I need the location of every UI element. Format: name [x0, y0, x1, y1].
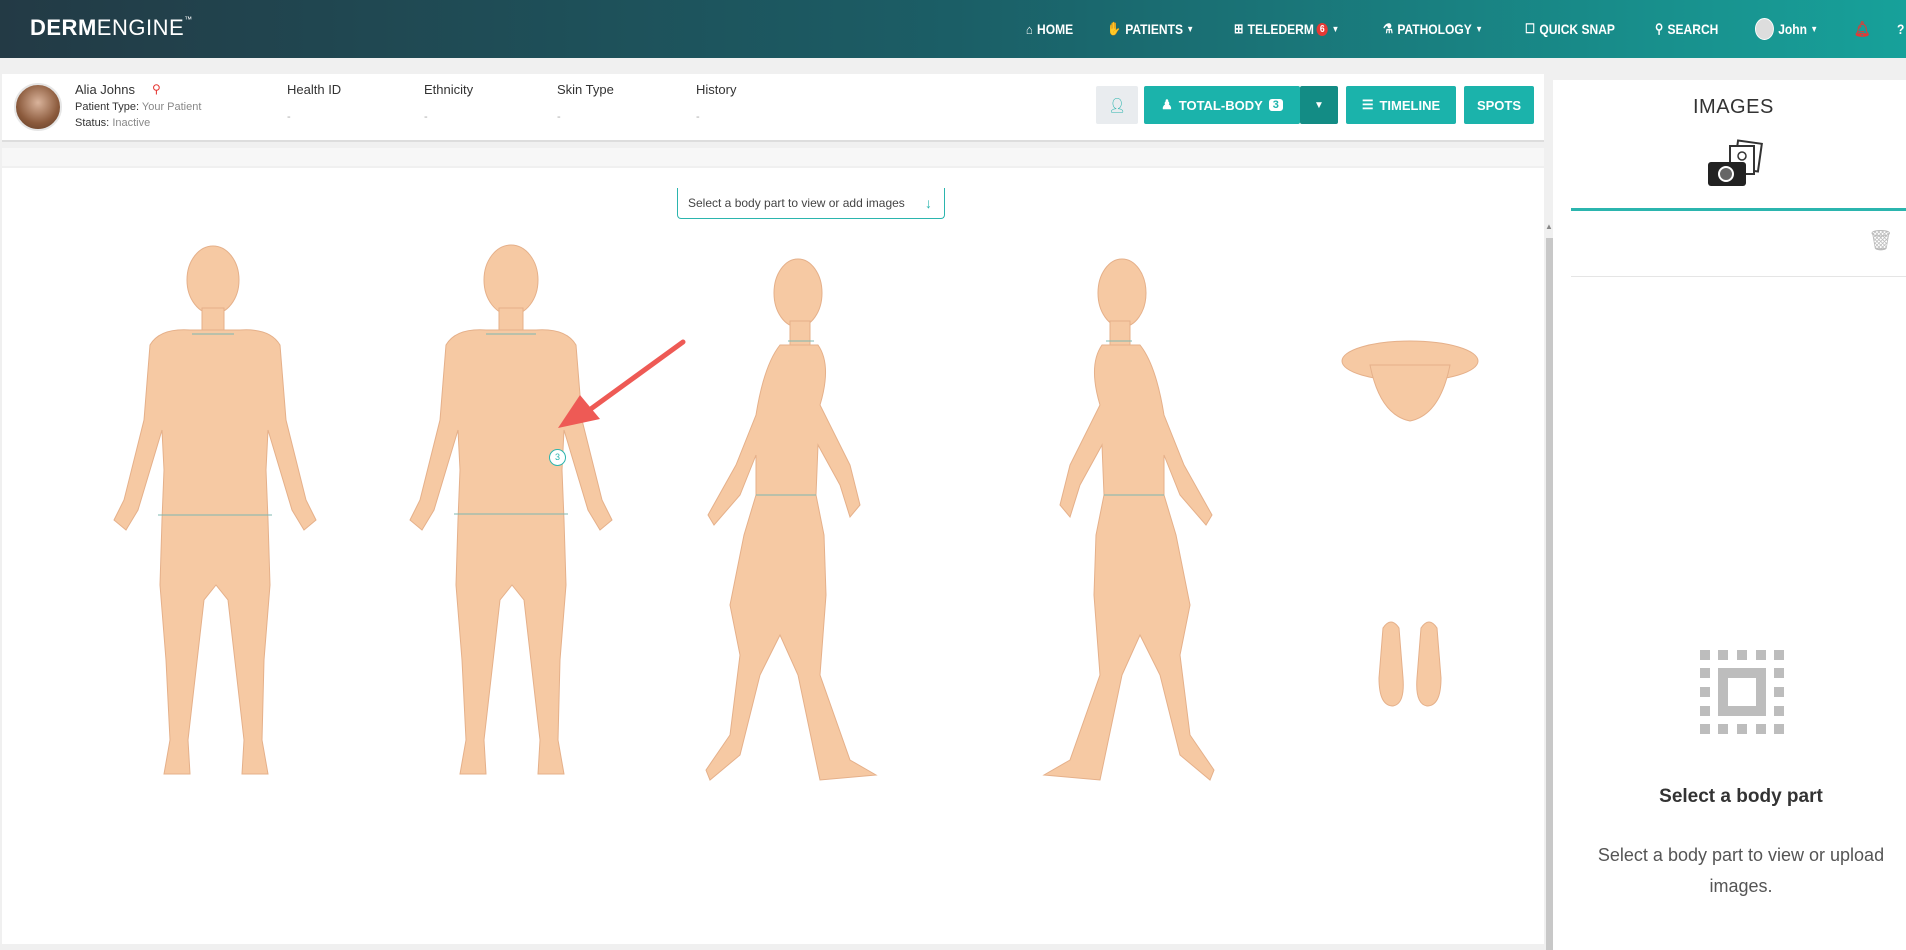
- camera-hand-icon: ☐: [1524, 21, 1535, 36]
- body-part-hint: Select a body part to view or add images…: [677, 188, 945, 219]
- user-icon: 👤︎: [1108, 96, 1126, 113]
- head-top-view[interactable]: [1340, 335, 1480, 425]
- nav-search[interactable]: ⚲ SEARCH: [1655, 21, 1718, 37]
- chevron-down-icon: ▼: [1314, 99, 1324, 111]
- trash-icon[interactable]: 🗑︎: [1868, 228, 1893, 253]
- patient-photo: [14, 83, 62, 131]
- total-body-count: 3: [1268, 99, 1283, 111]
- spot-marker[interactable]: 3: [549, 449, 566, 466]
- spots-button[interactable]: SPOTS: [1464, 86, 1534, 124]
- nav-user[interactable]: John ▼: [1755, 18, 1818, 40]
- patient-type: Patient Type: Your Patient: [75, 101, 202, 113]
- health-id-column: Health ID -: [287, 82, 342, 123]
- images-divider: [1571, 276, 1906, 277]
- body-back-view[interactable]: [396, 240, 626, 785]
- nav-home[interactable]: ⌂ HOME: [1026, 21, 1073, 37]
- nav-telederm[interactable]: ⊞ TELEDERM 6 ▼: [1234, 21, 1339, 37]
- history-column: History -: [696, 82, 737, 123]
- top-navbar: DERMENGINE™ ⌂ HOME ✋ PATIENTS ▼ ⊞ TELEDERM 6 ▼…: [0, 0, 1906, 58]
- header-divider: [2, 148, 1544, 166]
- help-icon: ?: [1897, 21, 1905, 37]
- empty-state-title: Select a body part: [1659, 786, 1823, 807]
- patient-status: Status: Inactive: [75, 117, 151, 129]
- home-icon: ⌂: [1026, 21, 1033, 37]
- body-front-view[interactable]: [100, 240, 330, 785]
- body-left-side-view[interactable]: [700, 255, 900, 785]
- patient-profile-button[interactable]: 👤︎: [1096, 86, 1138, 124]
- total-body-button[interactable]: ♟ TOTAL-BODY 3: [1144, 86, 1300, 124]
- chevron-down-icon: ▼: [1186, 24, 1195, 34]
- ethnicity-column: Ethnicity -: [424, 82, 474, 123]
- chevron-down-icon: ▼: [1810, 24, 1819, 34]
- timeline-icon: ☰: [1361, 97, 1374, 112]
- help-button[interactable]: ?: [1897, 21, 1904, 37]
- body-icon: ♟: [1161, 97, 1173, 112]
- female-gender-icon: ⚲: [152, 82, 161, 96]
- timeline-button[interactable]: ☰ TIMELINE: [1346, 86, 1456, 124]
- images-tab-underline: [1571, 208, 1906, 211]
- bell-icon: 🔔︎: [1854, 21, 1871, 38]
- camera-photos-icon: [1708, 139, 1763, 186]
- user-avatar: [1755, 18, 1774, 40]
- patient-name[interactable]: Alia Johns: [75, 82, 135, 97]
- patient-header: Alia Johns ⚲ Patient Type: Your Patient …: [2, 74, 1544, 142]
- scroll-up-arrow[interactable]: ▲: [1545, 222, 1553, 231]
- dermengine-logo[interactable]: DERMENGINE™: [30, 15, 193, 41]
- nav-patients[interactable]: ✋ PATIENTS ▼: [1107, 21, 1194, 37]
- images-panel-title: IMAGES: [1693, 96, 1774, 118]
- search-icon: ⚲: [1655, 21, 1664, 36]
- patients-icon: ✋: [1106, 21, 1121, 36]
- arrow-down-icon: ↓: [925, 195, 932, 211]
- feet-soles-view[interactable]: [1375, 618, 1445, 710]
- chevron-down-icon: ▼: [1474, 24, 1483, 34]
- total-body-dropdown[interactable]: ▼: [1300, 86, 1338, 124]
- nav-quick-snap[interactable]: ☐ QUICK SNAP: [1525, 21, 1615, 37]
- select-area-icon: [1700, 650, 1784, 734]
- microscope-icon: ⚗: [1382, 21, 1393, 36]
- telederm-icon: ⊞: [1234, 21, 1244, 36]
- annotation-arrow: [558, 339, 686, 428]
- nav-pathology[interactable]: ⚗ PATHOLOGY ▼: [1383, 21, 1483, 37]
- notifications-bell[interactable]: 🔔︎: [1854, 20, 1870, 38]
- chevron-down-icon: ▼: [1331, 24, 1340, 34]
- telederm-badge: 6: [1316, 22, 1329, 36]
- body-right-side-view[interactable]: [1020, 255, 1220, 785]
- empty-state-text: Select a body part to view or upload ima…: [1597, 845, 1885, 896]
- skin-type-column: Skin Type -: [557, 82, 614, 123]
